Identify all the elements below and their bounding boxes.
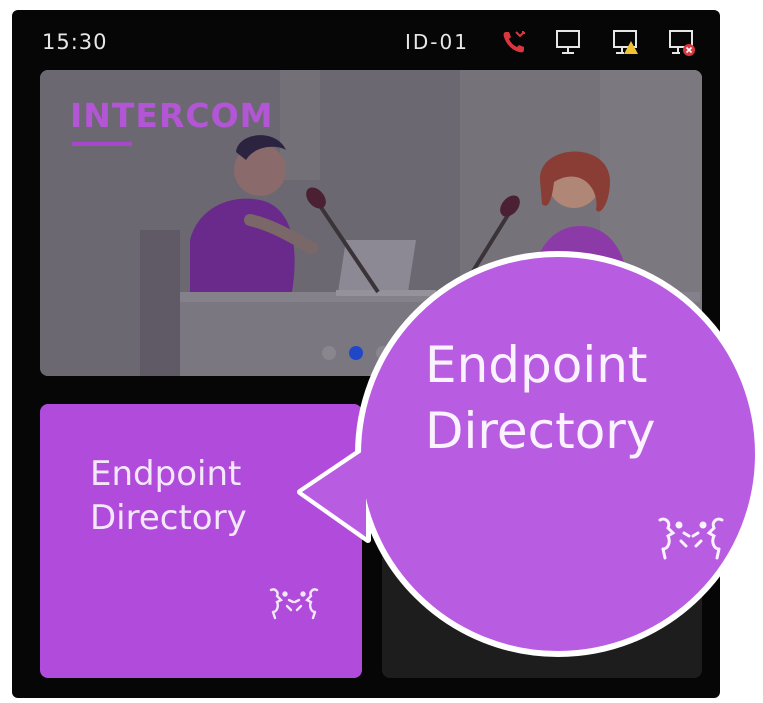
monitor-error-icon[interactable] (666, 28, 696, 56)
endpoint-directory-tile[interactable]: Endpoint Directory (40, 404, 362, 678)
monitor-icon[interactable] (553, 28, 583, 56)
banner-title-underline (72, 142, 132, 146)
tile-label: Endpoint Directory (90, 452, 247, 540)
face-to-face-icon (658, 517, 724, 560)
banner-title: INTERCOM (70, 96, 274, 135)
tile-label-line1: Endpoint (90, 454, 242, 494)
device-id: ID-01 (405, 30, 469, 54)
clock: 15:30 (42, 30, 108, 54)
monitor-warning-icon[interactable] (610, 28, 640, 56)
intercom-banner[interactable]: INTERCOM (40, 70, 702, 376)
face-to-face-icon (269, 588, 319, 620)
callout-label-line2: Directory (425, 402, 656, 460)
carousel-dot[interactable] (376, 346, 390, 360)
status-bar: 15:30 ID-01 (12, 10, 720, 66)
carousel-dot-active[interactable] (349, 346, 363, 360)
missed-call-icon[interactable] (500, 28, 530, 56)
callout-label-line1: Endpoint (425, 336, 648, 394)
callout-label: Endpoint Directory (425, 332, 655, 464)
carousel-dot[interactable] (322, 346, 336, 360)
tile-label-line2: Directory (90, 498, 247, 538)
